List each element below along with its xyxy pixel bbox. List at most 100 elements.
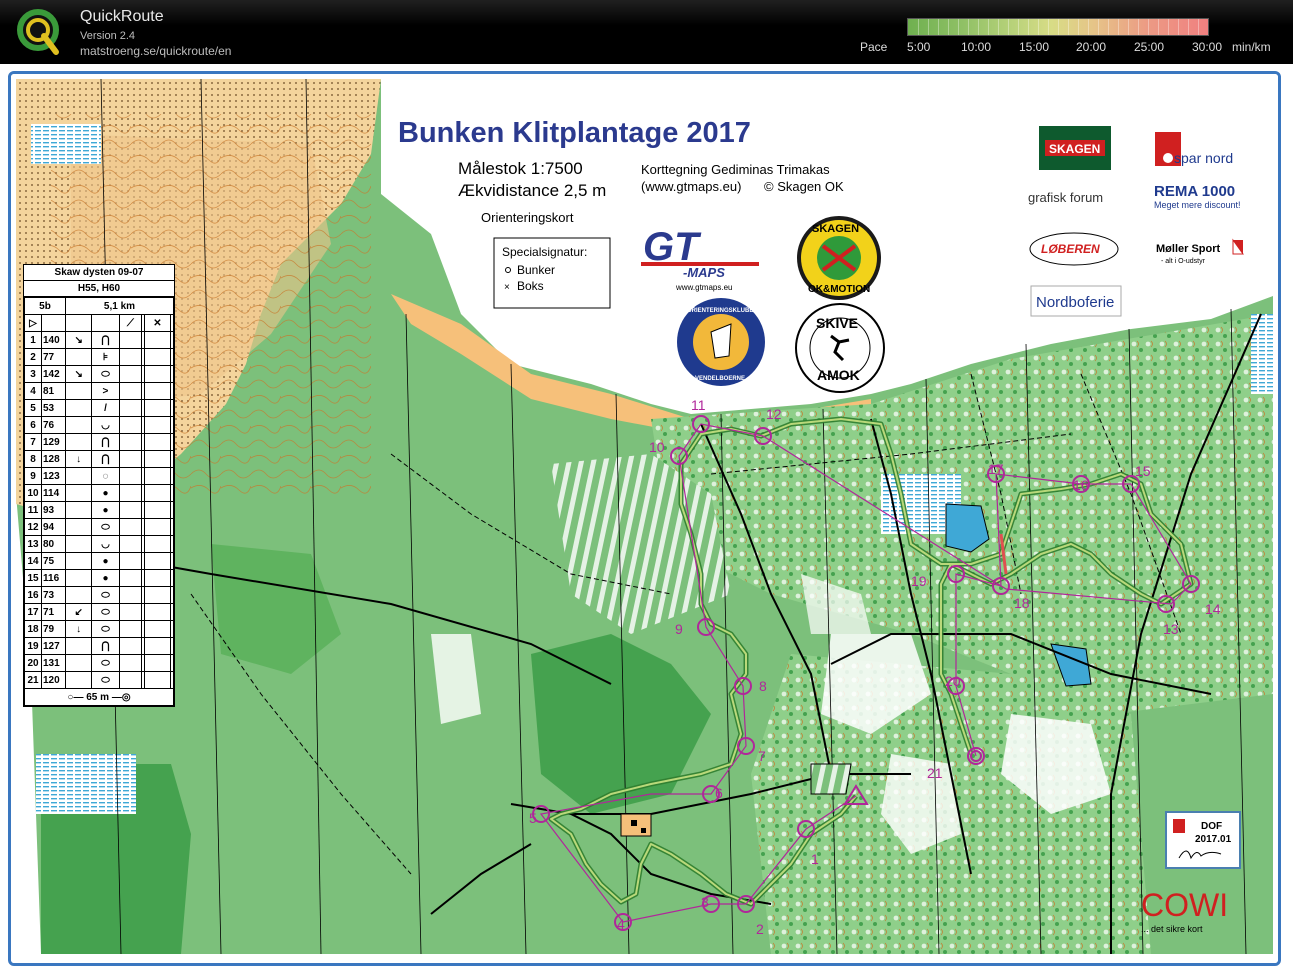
quickroute-logo-icon [17, 9, 59, 55]
orienteering-map[interactable]: 1 2 3 4 5 6 7 8 9 10 11 12 13 14 15 16 1… [11, 74, 1278, 963]
control-row: 14 75 ● [24, 552, 174, 570]
svg-text:VENDELBOERNE: VENDELBOERNE [695, 376, 745, 382]
direction-icon [64, 433, 93, 451]
control-row: 3 142 ↘ ⬭ [24, 365, 174, 383]
control-row: 19 127 ⋂ [24, 637, 174, 655]
control-label: 10 [649, 439, 665, 455]
grafisk-forum-logo: grafisk forum [1028, 190, 1103, 205]
control-code: 53 [41, 399, 66, 417]
course-event-title: Skaw dysten 09-07 [24, 265, 174, 281]
svg-text:AMOK: AMOK [817, 367, 860, 383]
pace-scale-cell [1058, 19, 1059, 35]
control-code: 142 [41, 365, 66, 383]
svg-text:LØBEREN: LØBEREN [1041, 242, 1100, 256]
control-row: 17 71 ↙ ⬭ [24, 603, 174, 621]
control-code: 73 [41, 586, 66, 604]
course-name: 5b [24, 297, 66, 315]
control-number: 9 [24, 467, 42, 485]
control-number: 7 [24, 433, 42, 451]
control-code: 93 [41, 501, 66, 519]
control-label: 17 [988, 461, 1004, 477]
marsh [31, 124, 101, 164]
svg-text:- alt i O-udstyr: - alt i O-udstyr [1161, 258, 1206, 265]
pace-scale-cell [1028, 19, 1029, 35]
feature-icon: ⋂ [91, 450, 120, 468]
pace-scale-cell [1068, 19, 1069, 35]
direction-icon [64, 671, 93, 689]
direction-icon [64, 501, 93, 519]
svg-text:DOF: DOF [1201, 821, 1222, 832]
svg-text:Nordboferie: Nordboferie [1036, 294, 1114, 311]
feature-icon: ● [91, 484, 120, 502]
control-number: 13 [24, 535, 42, 553]
pace-unit: min/km [1232, 40, 1271, 54]
control-code: 75 [41, 552, 66, 570]
building [641, 828, 646, 833]
direction-icon [64, 552, 93, 570]
control-label: 6 [715, 785, 723, 801]
pace-scale-cell [1088, 19, 1089, 35]
control-description-table: 5b 5,1 km ▷ ⟋ ✕ 1 140 ↘ ⋂ 2 77 ⊧ 3 142 ↘ ⬭ 4 81 >5 53/6… [24, 297, 174, 706]
app-version: Version 2.4 [80, 30, 136, 42]
control-number: 3 [24, 365, 42, 383]
control-label: 16 [1073, 477, 1089, 493]
pace-scale-cell [1138, 19, 1139, 35]
control-code: 76 [41, 416, 66, 434]
control-number: 18 [24, 620, 42, 638]
control-code: 140 [41, 331, 66, 349]
direction-icon: ↘ [64, 331, 93, 349]
control-number: 19 [24, 637, 42, 655]
control-number: 15 [24, 569, 42, 587]
direction-icon [64, 637, 93, 655]
control-number: 21 [24, 671, 42, 689]
control-label: 20 [945, 673, 961, 689]
control-label: 2 [756, 921, 764, 937]
control-row: 15 116 ● [24, 569, 174, 587]
control-label: 7 [758, 748, 766, 764]
control-number: 14 [24, 552, 42, 570]
control-row: 8 128 ↓ ⋂ [24, 450, 174, 468]
map-viewport[interactable]: 1 2 3 4 5 6 7 8 9 10 11 12 13 14 15 16 1… [8, 71, 1281, 966]
control-label: 14 [1205, 601, 1221, 617]
club-logo: ORIENTERINGSKLUBBEN VENDELBOERNE [677, 298, 765, 386]
pace-scale-cell [1008, 19, 1009, 35]
control-number: 10 [24, 484, 42, 502]
feature-icon: ⬭ [91, 620, 120, 638]
control-label: 4 [617, 916, 625, 932]
pace-scale-cell [1178, 19, 1179, 35]
app-url[interactable]: matstroeng.se/quickroute/en [80, 44, 231, 58]
control-description-sheet: Skaw dysten 09-07 H55, H60 5b 5,1 km ▷ ⟋… [23, 264, 175, 707]
feature-icon: ◡ [91, 535, 120, 553]
direction-icon [64, 586, 93, 604]
start-symbol-icon: ▷ [24, 314, 42, 332]
pace-scale-cell [1078, 19, 1079, 35]
pace-tick: 25:00 [1134, 40, 1165, 54]
control-rows: 1 140 ↘ ⋂ 2 77 ⊧ 3 142 ↘ ⬭ 4 81 >5 53/6 76 ◡ 7 129 ⋂ 8 128 ↓ ⋂ 9… [24, 331, 174, 689]
feature-icon: ⋂ [91, 433, 120, 451]
control-label: 18 [1014, 595, 1030, 611]
feature-icon: ⊧ [91, 348, 120, 366]
map-credit: (www.gtmaps.eu) [641, 179, 741, 194]
control-code: 129 [41, 433, 66, 451]
control-code: 127 [41, 637, 66, 655]
skagen-beer-logo: SKAGEN [1039, 126, 1111, 170]
pace-tick: 30:00 [1192, 40, 1223, 54]
control-label: 19 [911, 573, 927, 589]
marsh [1251, 314, 1273, 394]
course-classes: H55, H60 [24, 281, 174, 297]
feature-icon: ● [91, 552, 120, 570]
control-number: 20 [24, 654, 42, 672]
svg-text:SKAGEN: SKAGEN [812, 223, 859, 235]
pace-scale-cell [1198, 19, 1199, 35]
control-label: 11 [691, 397, 706, 413]
control-code: 128 [41, 450, 66, 468]
control-row: 16 73 ⬭ [24, 586, 174, 604]
direction-icon [64, 399, 93, 417]
pace-scale-cell [1148, 19, 1149, 35]
svg-text:OK&MOTION: OK&MOTION [808, 284, 870, 295]
feature-icon: / [91, 399, 120, 417]
pace-scale-cell [928, 19, 929, 35]
control-number: 6 [24, 416, 42, 434]
map-type: Orienteringskort [481, 210, 574, 225]
app-header: QuickRoute Version 2.4 matstroeng.se/qui… [0, 0, 1293, 64]
